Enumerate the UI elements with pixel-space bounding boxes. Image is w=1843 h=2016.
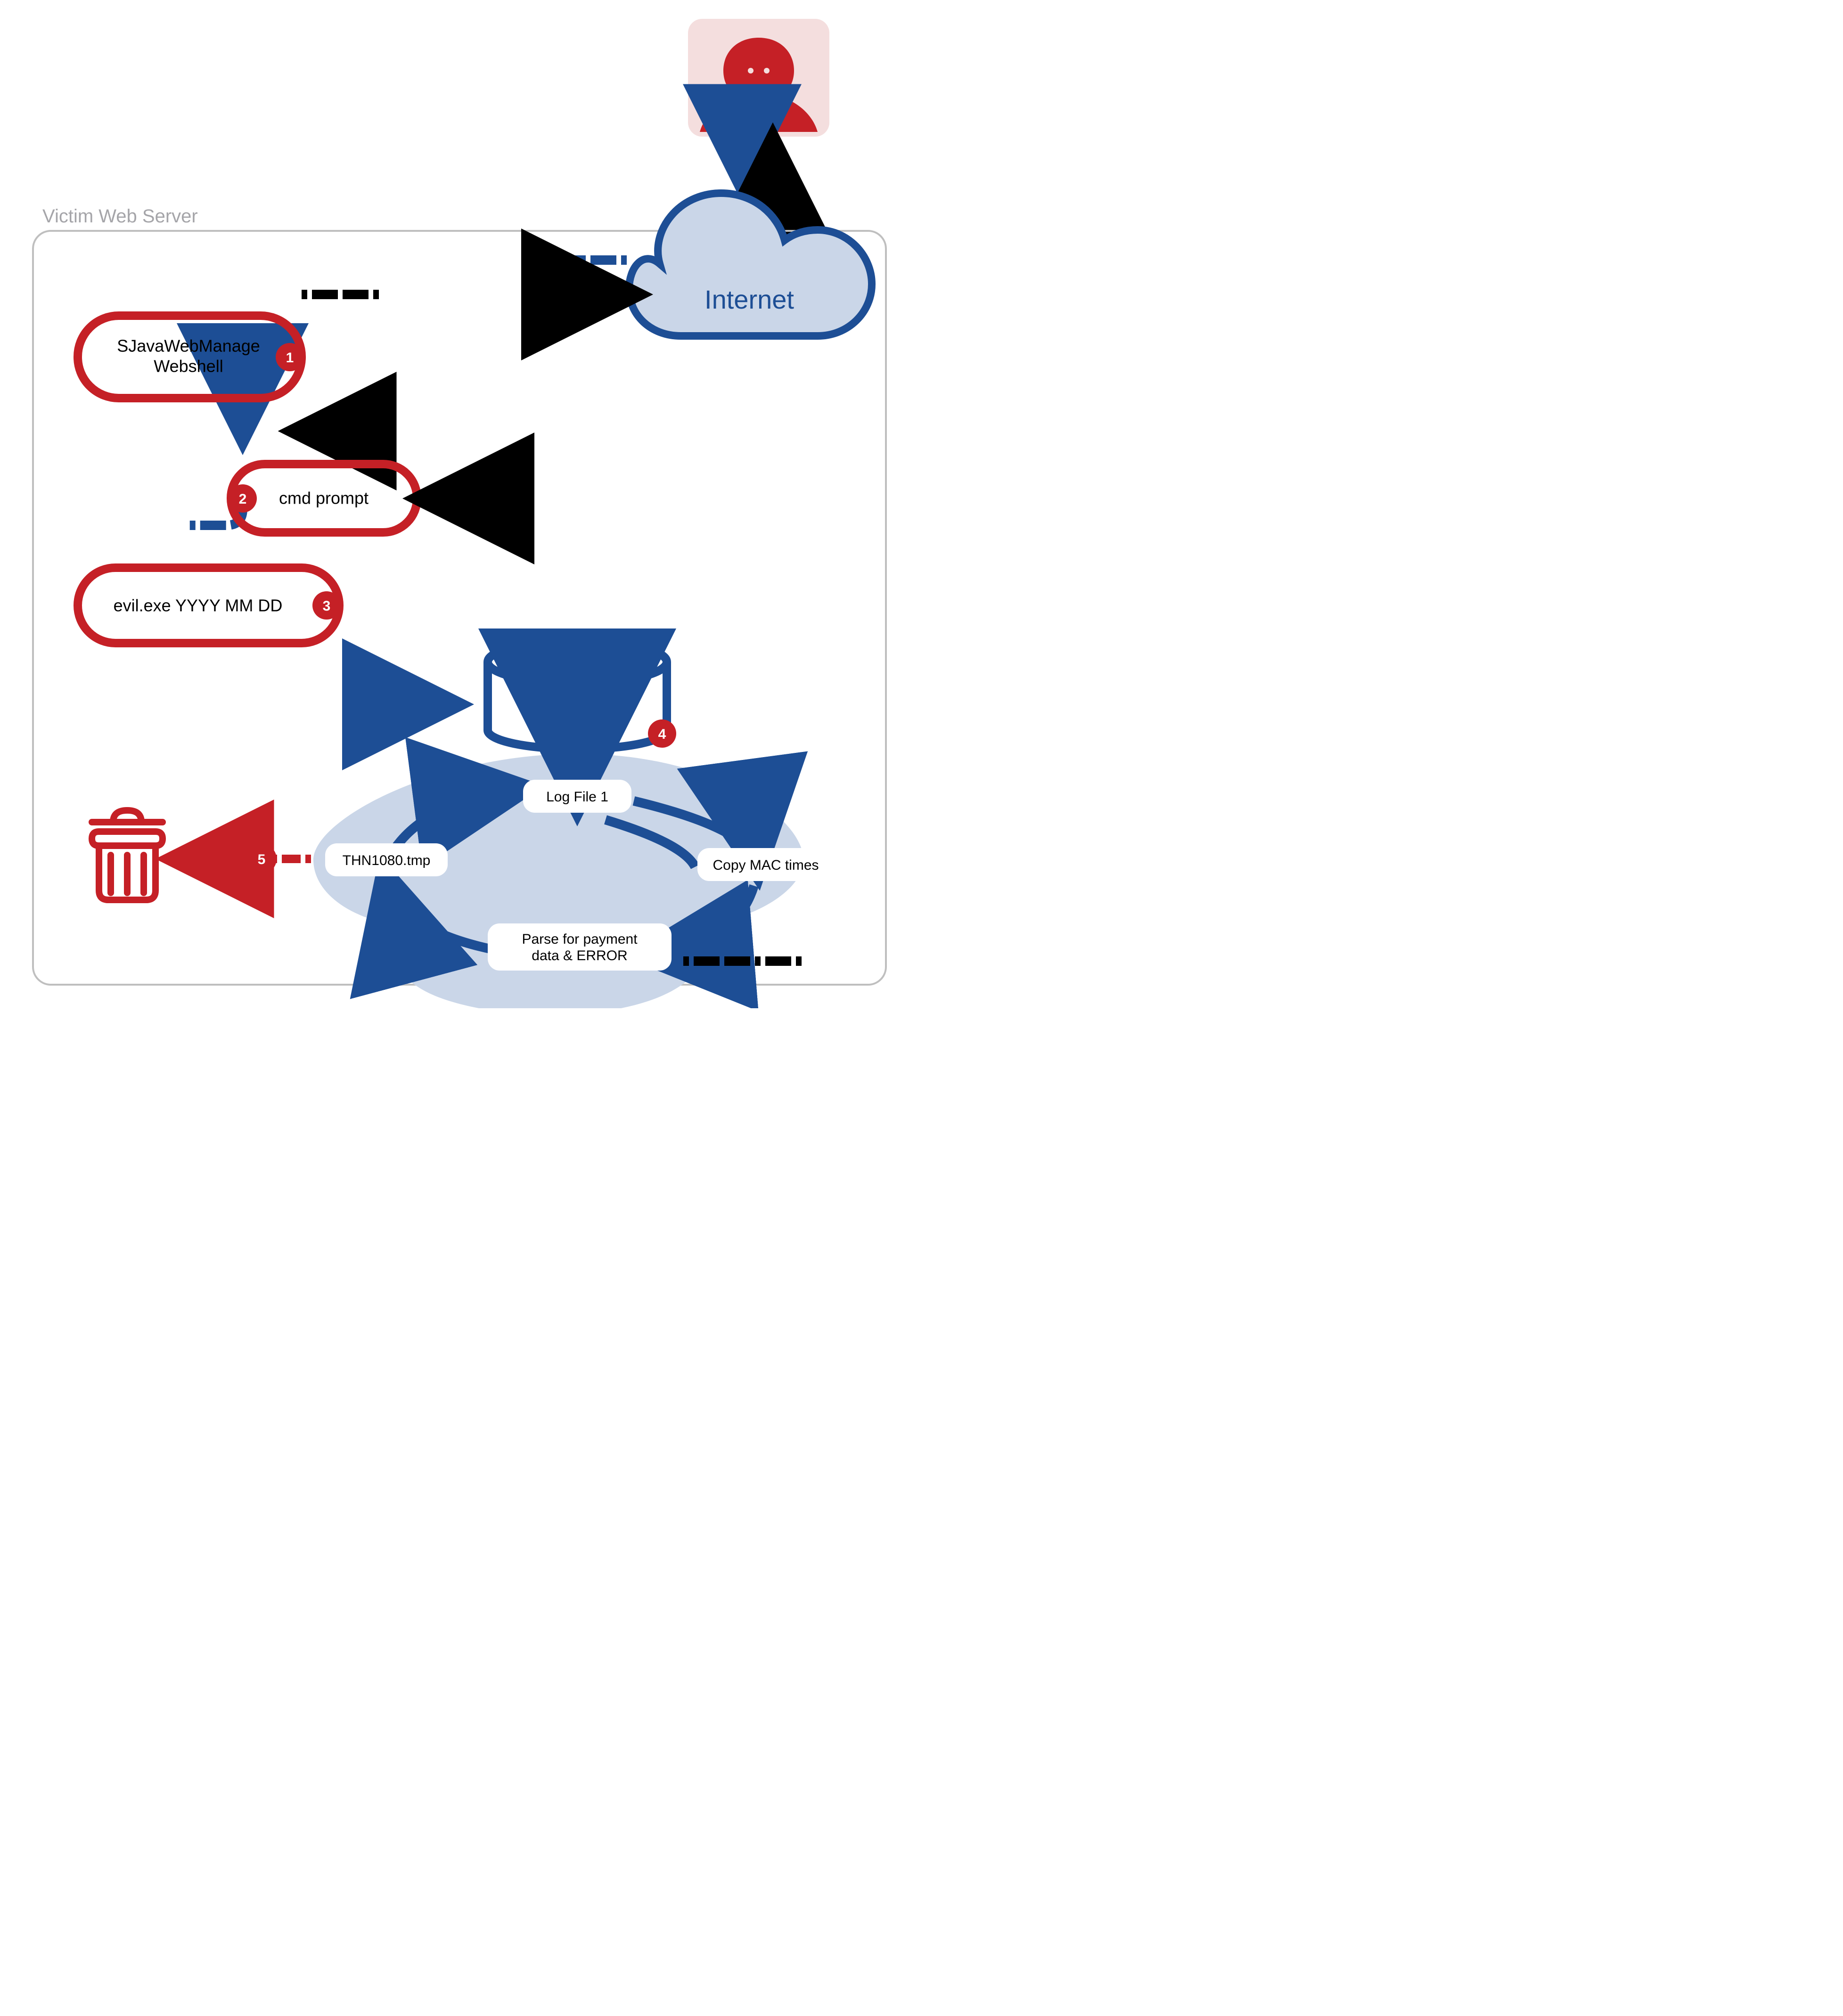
node-1: SJavaWebManage Webshell 1 xyxy=(78,316,304,398)
svg-text:data & ERROR: data & ERROR xyxy=(532,948,627,963)
svg-text:Copy MAC times: Copy MAC times xyxy=(713,857,819,873)
svg-text:THN1080.tmp: THN1080.tmp xyxy=(343,853,431,868)
node-3-number: 3 xyxy=(323,598,331,614)
cloud-icon: Internet xyxy=(629,193,872,336)
node-3: evil.exe YYYY MM DD 3 xyxy=(78,568,341,643)
cloud-label: Internet xyxy=(704,285,794,314)
svg-text:Parse for payment: Parse for payment xyxy=(522,931,638,947)
db-number: 4 xyxy=(658,726,666,742)
node-3-label: evil.exe YYYY MM DD xyxy=(114,596,283,615)
trash-icon xyxy=(92,810,163,900)
db-label: Click2Go Logs xyxy=(522,696,632,715)
node-1-number: 1 xyxy=(286,350,294,366)
node-2-number: 2 xyxy=(239,491,247,507)
cycle-node-bottom: Parse for payment data & ERROR xyxy=(488,923,672,971)
cycle-node-left: THN1080.tmp xyxy=(325,843,448,876)
node-1-line2: Webshell xyxy=(154,357,223,376)
diagram-title: Victim Web Server xyxy=(42,206,198,227)
svg-text:Log File 1: Log File 1 xyxy=(546,789,608,805)
n2-to-n1-arrow xyxy=(302,431,342,464)
cycle-node-right: Copy MAC times xyxy=(697,848,834,881)
node-1-line1: SJavaWebManage xyxy=(117,336,260,356)
diagram-canvas: Victim Web Server Internet SJavaWebManag… xyxy=(0,0,919,1008)
node-5-number: 5 xyxy=(258,852,266,867)
node-2-label: cmd prompt xyxy=(279,489,369,508)
node-2: cmd prompt 2 xyxy=(229,464,417,532)
cycle-node-top: Log File 1 xyxy=(523,780,631,813)
db-icon: Click2Go Logs 4 xyxy=(488,641,676,749)
